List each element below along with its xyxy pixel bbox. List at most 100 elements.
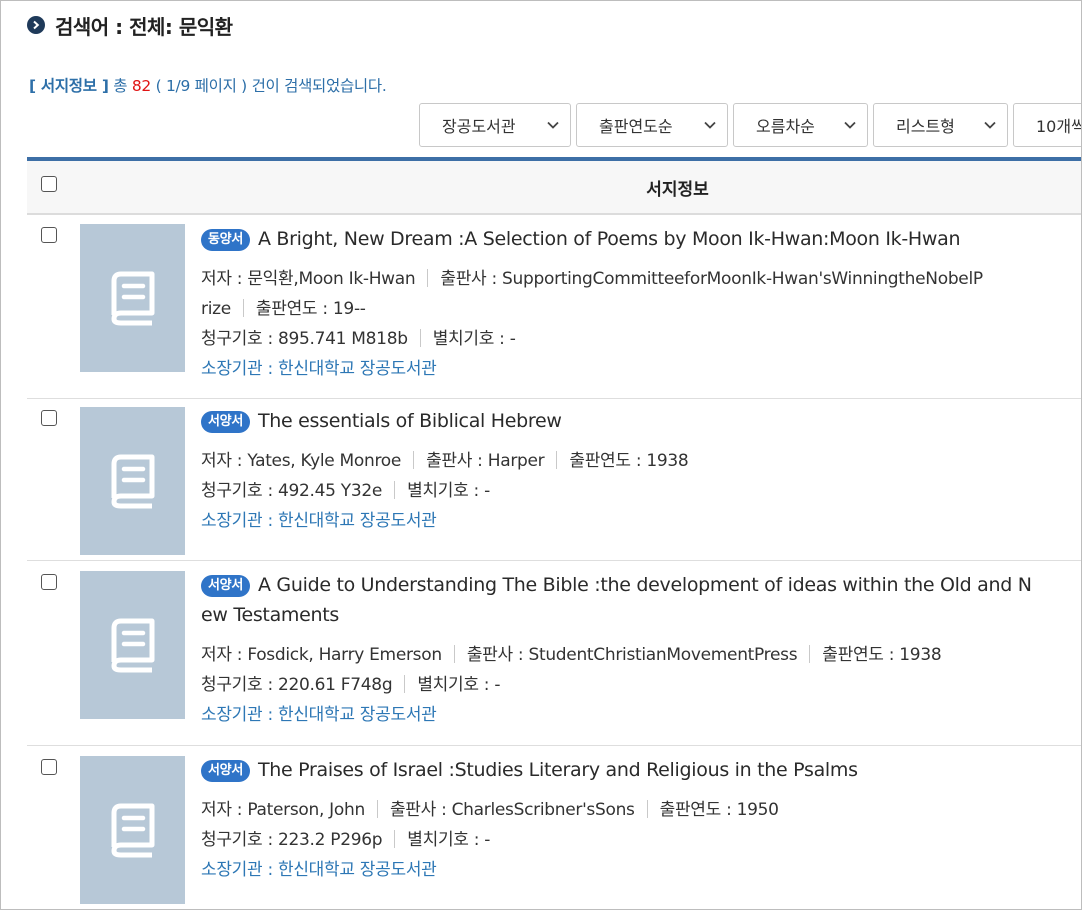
result-title-line-cont: ew Testaments xyxy=(201,600,1069,630)
special-value: - xyxy=(509,329,516,349)
year-value: 1950 xyxy=(736,800,779,820)
separator xyxy=(453,645,455,663)
special-label: 별치기호 : xyxy=(407,830,485,850)
holding-label: 소장기관 : xyxy=(201,860,278,880)
row-checkbox[interactable] xyxy=(41,574,57,590)
holding-line[interactable]: 소장기관 : 한신대학교 장공도서관 xyxy=(201,354,1069,384)
call-number-value: 220.61 F748g xyxy=(278,675,393,695)
page-indicator: ( 1/9 페이지 ) xyxy=(155,77,248,95)
result-meta-cont: rize 출판연도 : 19-- xyxy=(201,294,1069,324)
publisher-value-cont: rize xyxy=(201,299,231,319)
summary-suffix: 건이 검색되었습니다. xyxy=(251,77,387,95)
order-select-value: 오름차순 xyxy=(756,117,815,136)
sort-select[interactable]: 출판연도순 xyxy=(576,103,728,147)
holding-value: 한신대학교 장공도서관 xyxy=(278,705,437,725)
material-type-badge: 서양서 xyxy=(201,575,250,597)
book-cover-placeholder[interactable] xyxy=(80,756,185,904)
chevron-down-icon xyxy=(704,121,716,129)
author-label: 저자 : xyxy=(201,645,248,665)
call-number-line: 청구기호 : 492.45 Y32e 별치기호 : - xyxy=(201,476,1069,506)
chevron-down-icon xyxy=(844,121,856,129)
separator xyxy=(394,830,396,848)
result-title-link-cont[interactable]: ew Testaments xyxy=(201,604,339,626)
author-value: Paterson, John xyxy=(247,800,365,820)
author-label: 저자 : xyxy=(201,451,248,471)
material-type-badge: 동양서 xyxy=(201,229,250,251)
search-heading: 검색어 : 전체: 문익환 xyxy=(27,10,233,40)
publisher-value: SupportingCommitteeforMoonIk-Hwan'sWinni… xyxy=(502,269,983,289)
publisher-label: 출판사 : xyxy=(466,645,529,665)
result-meta: 저자 : 문익환,Moon Ik-Hwan 출판사 : SupportingCom… xyxy=(201,264,1069,294)
result-title-link[interactable]: The essentials of Biblical Hebrew xyxy=(258,410,562,432)
separator xyxy=(404,675,406,693)
holding-line[interactable]: 소장기관 : 한신대학교 장공도서관 xyxy=(201,700,1069,730)
special-label: 별치기호 : xyxy=(417,675,495,695)
result-info: 서양서 The Praises of Israel :Studies Litera… xyxy=(201,755,1069,885)
library-select-value: 장공도서관 xyxy=(442,117,516,136)
book-icon xyxy=(111,271,154,326)
holding-line[interactable]: 소장기관 : 한신대학교 장공도서관 xyxy=(201,506,1069,536)
row-checkbox[interactable] xyxy=(41,227,57,243)
author-value: Yates, Kyle Monroe xyxy=(247,451,402,471)
result-controls: 장공도서관 출판연도순 오름차순 리스트형 10개씩 xyxy=(419,103,1081,147)
holding-line[interactable]: 소장기관 : 한신대학교 장공도서관 xyxy=(201,855,1069,885)
year-label: 출판연도 : xyxy=(822,645,900,665)
result-count: 82 xyxy=(131,77,151,95)
call-number-label: 청구기호 : xyxy=(201,481,278,501)
call-number-label: 청구기호 : xyxy=(201,675,278,695)
holding-value: 한신대학교 장공도서관 xyxy=(278,860,437,880)
year-label: 출판연도 : xyxy=(569,451,647,471)
result-title-link[interactable]: A Bright, New Dream :A Selection of Poem… xyxy=(258,228,961,250)
publisher-value: CharlesScribner'sSons xyxy=(451,800,635,820)
book-cover-placeholder[interactable] xyxy=(80,407,185,555)
result-title-line: 서양서 The essentials of Biblical Hebrew xyxy=(201,406,1069,436)
view-select-value: 리스트형 xyxy=(896,117,955,136)
call-number-line: 청구기호 : 223.2 P296p 별치기호 : - xyxy=(201,825,1069,855)
search-title: 검색어 : 전체: 문익환 xyxy=(55,14,233,39)
holding-label: 소장기관 : xyxy=(201,705,278,725)
separator xyxy=(427,269,429,287)
year-label: 출판연도 : xyxy=(659,800,737,820)
result-meta: 저자 : Fosdick, Harry Emerson 출판사 : Student… xyxy=(201,640,1069,670)
book-cover-placeholder[interactable] xyxy=(80,224,185,372)
special-value: - xyxy=(494,675,501,695)
material-type-badge: 서양서 xyxy=(201,760,250,782)
special-value: - xyxy=(484,830,491,850)
separator xyxy=(809,645,811,663)
result-row: 동양서 A Bright, New Dream :A Selection of P… xyxy=(27,217,1081,399)
book-icon xyxy=(111,454,154,509)
result-title-line: 서양서 The Praises of Israel :Studies Litera… xyxy=(201,755,1069,785)
holding-label: 소장기관 : xyxy=(201,511,278,531)
holding-label: 소장기관 : xyxy=(201,359,278,379)
result-title-link[interactable]: A Guide to Understanding The Bible :the … xyxy=(258,574,1032,596)
year-value: 19-- xyxy=(332,299,366,319)
author-value: Fosdick, Harry Emerson xyxy=(247,645,442,665)
separator xyxy=(413,451,415,469)
result-title-link[interactable]: The Praises of Israel :Studies Literary … xyxy=(258,759,858,781)
call-number-value: 895.741 M818b xyxy=(278,329,408,349)
publisher-value: Harper xyxy=(487,451,545,471)
year-label: 출판연도 : xyxy=(255,299,333,319)
separator xyxy=(376,800,378,818)
separator xyxy=(394,481,396,499)
result-info: 서양서 The essentials of Biblical Hebrew 저자 … xyxy=(201,406,1069,536)
chevron-down-icon xyxy=(984,121,996,129)
row-checkbox[interactable] xyxy=(41,410,57,426)
result-summary: [ 서지정보 ] 총 82 ( 1/9 페이지 ) 건이 검색되었습니다. xyxy=(29,74,387,96)
row-checkbox[interactable] xyxy=(41,759,57,775)
book-icon xyxy=(111,803,154,858)
book-cover-placeholder[interactable] xyxy=(80,571,185,719)
per-page-select[interactable]: 10개씩 xyxy=(1013,103,1081,147)
result-meta: 저자 : Yates, Kyle Monroe 출판사 : Harper 출판연도 … xyxy=(201,446,1069,476)
sort-select-value: 출판연도순 xyxy=(599,117,673,136)
separator xyxy=(419,329,421,347)
result-row: 서양서 The Praises of Israel :Studies Litera… xyxy=(27,747,1081,909)
order-select[interactable]: 오름차순 xyxy=(733,103,868,147)
result-title-line: 동양서 A Bright, New Dream :A Selection of P… xyxy=(201,224,1069,254)
holding-value: 한신대학교 장공도서관 xyxy=(278,359,437,379)
publisher-value: StudentChristianMovementPress xyxy=(528,645,798,665)
view-select[interactable]: 리스트형 xyxy=(873,103,1008,147)
book-icon xyxy=(111,618,154,673)
special-label: 별치기호 : xyxy=(432,329,510,349)
library-select[interactable]: 장공도서관 xyxy=(419,103,571,147)
